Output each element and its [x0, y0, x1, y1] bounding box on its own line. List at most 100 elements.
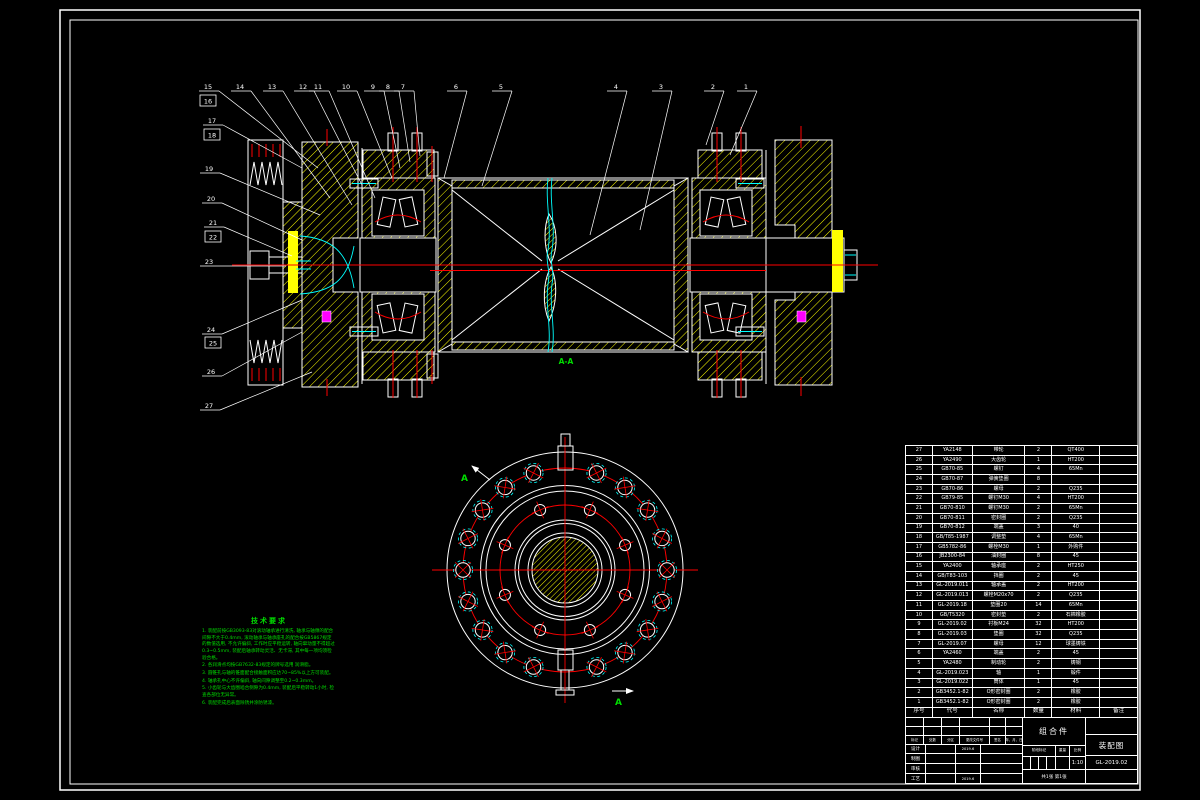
bom-cell	[1100, 581, 1139, 592]
bom-cell: 弹簧垫圈	[972, 475, 1026, 485]
bom-row: 27 YA2148 带轮 2 QT400	[906, 446, 1139, 456]
bom-cell	[1100, 523, 1139, 534]
svg-text:20: 20	[207, 195, 215, 203]
bom-cell	[1100, 688, 1139, 698]
cut-label-bottom: A	[615, 698, 622, 708]
bom-cell: 油封圈	[972, 552, 1026, 563]
bom-cell: 8	[906, 630, 933, 640]
bom-cell	[1100, 659, 1139, 669]
bom-cell: 1	[1025, 542, 1053, 553]
bom-cell: 3	[1025, 523, 1053, 534]
bom-cell: 1	[1025, 668, 1053, 679]
bom-cell: GB70-812	[932, 523, 973, 534]
bom-cell: 3	[906, 678, 933, 689]
bom-cell: GB70-811	[932, 513, 973, 524]
svg-text:18: 18	[208, 132, 216, 140]
bom-cell: YA2490	[932, 455, 973, 466]
bom-cell: 螺钉M30	[972, 494, 1026, 505]
shaft-key-left	[288, 231, 298, 293]
svg-text:26: 26	[207, 368, 215, 376]
bom-cell: HT200	[1052, 494, 1101, 505]
bom-cell: GB/T85-1987	[932, 533, 973, 543]
bom-row: 4 GL-2019.023 轴 1 锻件	[906, 668, 1139, 679]
bom-cell: 螺钉	[972, 465, 1026, 476]
bom-cell: 垫圈20	[972, 601, 1026, 611]
bom-cell: 16	[906, 552, 933, 563]
callout-2: 2	[704, 83, 725, 146]
stage-label: 阶段标记	[1023, 744, 1056, 757]
callout-5: 5	[481, 83, 513, 187]
bom-cell: GB/T5320	[932, 610, 973, 621]
drawing-name: 装配图	[1086, 733, 1137, 756]
bom-cell: 橡胶	[1052, 697, 1101, 708]
bom-cell	[1100, 494, 1139, 505]
bom-cell: 12	[906, 591, 933, 601]
bom-row: 22 GB79-85 螺钉M30 4 HT200	[906, 494, 1139, 505]
bom-cell: 25	[906, 465, 933, 476]
bom-cell	[1100, 630, 1139, 640]
bom-cell	[1100, 678, 1139, 689]
bom-cell: HT200	[1052, 581, 1101, 592]
check-label: 审核	[906, 763, 926, 774]
bom-cell	[1100, 639, 1139, 650]
bom-row: 5 YA2480 制动轮 2 铸钢	[906, 659, 1139, 669]
drawing-number: GL-2019.02	[1086, 755, 1137, 769]
bolt-hole-inner	[496, 586, 514, 604]
bom-cell	[1100, 552, 1139, 563]
bom-cell: Q235	[1052, 591, 1101, 601]
bolt-hole-outer	[614, 476, 636, 499]
bom-cell: 4	[1025, 533, 1053, 543]
bom-cell: 65Mn	[1052, 465, 1101, 476]
technical-note-line: 1. 装配前按GB3093-83对滚动轴承进行清洗, 轴承与轴颈的配合间隙不大于…	[202, 629, 335, 661]
bom-cell: 2	[1025, 571, 1053, 582]
bom-cell: 32	[1025, 630, 1053, 640]
callout-4: 4	[589, 83, 628, 236]
technical-notes: 技术要求 1. 装配前按GB3093-83对滚动轴承进行清洗, 轴承与轴颈的配合…	[202, 616, 336, 708]
bom-cell: 45	[1052, 678, 1101, 689]
bom-cell: GB79-85	[932, 494, 973, 505]
bom-cell: 45	[1052, 649, 1101, 660]
bom-cell: 11	[906, 601, 933, 611]
bom-cell	[1100, 649, 1139, 660]
bom-cell	[1100, 446, 1139, 456]
svg-text:24: 24	[207, 326, 215, 334]
bom-cell: 端盖	[972, 523, 1026, 534]
bom-row: 25 GB70-85 螺钉 4 65Mn	[906, 465, 1139, 476]
scale-value: 1:10	[1070, 756, 1086, 770]
bom-cell	[1100, 668, 1139, 679]
bom-cell: YA2148	[932, 446, 973, 456]
bom-cell: Q235	[1052, 630, 1101, 640]
bom-row: 3 GL-2019.022 筒体 1 45	[906, 678, 1139, 689]
bolt-hole-outer	[614, 641, 636, 664]
bom-cell: GB70-86	[932, 484, 973, 495]
bom-cell: 2	[906, 688, 933, 698]
bom-cell: 衬板M24	[972, 620, 1026, 631]
bom-cell: 2	[1025, 659, 1053, 669]
bom-cell: 端盖	[972, 649, 1026, 660]
svg-text:22: 22	[209, 234, 217, 242]
bom-row: 19 GB70-812 端盖 3 40	[906, 523, 1139, 534]
bom-cell: JB2300-84	[932, 552, 973, 563]
drawing-sheet: A-A A A 15 16 14 13 12 11 10 9 8 7 6 5 4 3 2 1 17 18 19 20 2…	[0, 0, 1200, 800]
count-label: 处数	[924, 734, 942, 744]
bom-cell	[1100, 475, 1139, 485]
bom-row: 11 GL-2019.18 垫圈20 14 65Mn	[906, 601, 1139, 611]
bolt-hole-outer	[586, 657, 607, 678]
bom-cell: 32	[1025, 620, 1053, 631]
bom-cell: 6	[906, 649, 933, 660]
svg-text:25: 25	[209, 340, 217, 348]
bom-cell: 石棉橡胶	[1052, 610, 1101, 621]
bom-cell	[1100, 620, 1139, 631]
bom-cell: 密封垫	[972, 610, 1026, 621]
bolt-hole-outer	[457, 528, 478, 549]
bom-cell: 锻件	[1052, 668, 1101, 679]
bolt-hole-outer	[636, 499, 659, 521]
bom-cell: 带轮	[972, 446, 1026, 456]
approve-date: 2019.6	[956, 773, 981, 783]
bom-cell: GL-2019.013	[932, 591, 973, 601]
bolt-hole-inner	[581, 621, 599, 639]
bom-cell	[1100, 610, 1139, 621]
bolt-hole-inner	[531, 621, 549, 639]
bom-cell: 19	[906, 523, 933, 534]
bom-cell: Q235	[1052, 484, 1101, 495]
